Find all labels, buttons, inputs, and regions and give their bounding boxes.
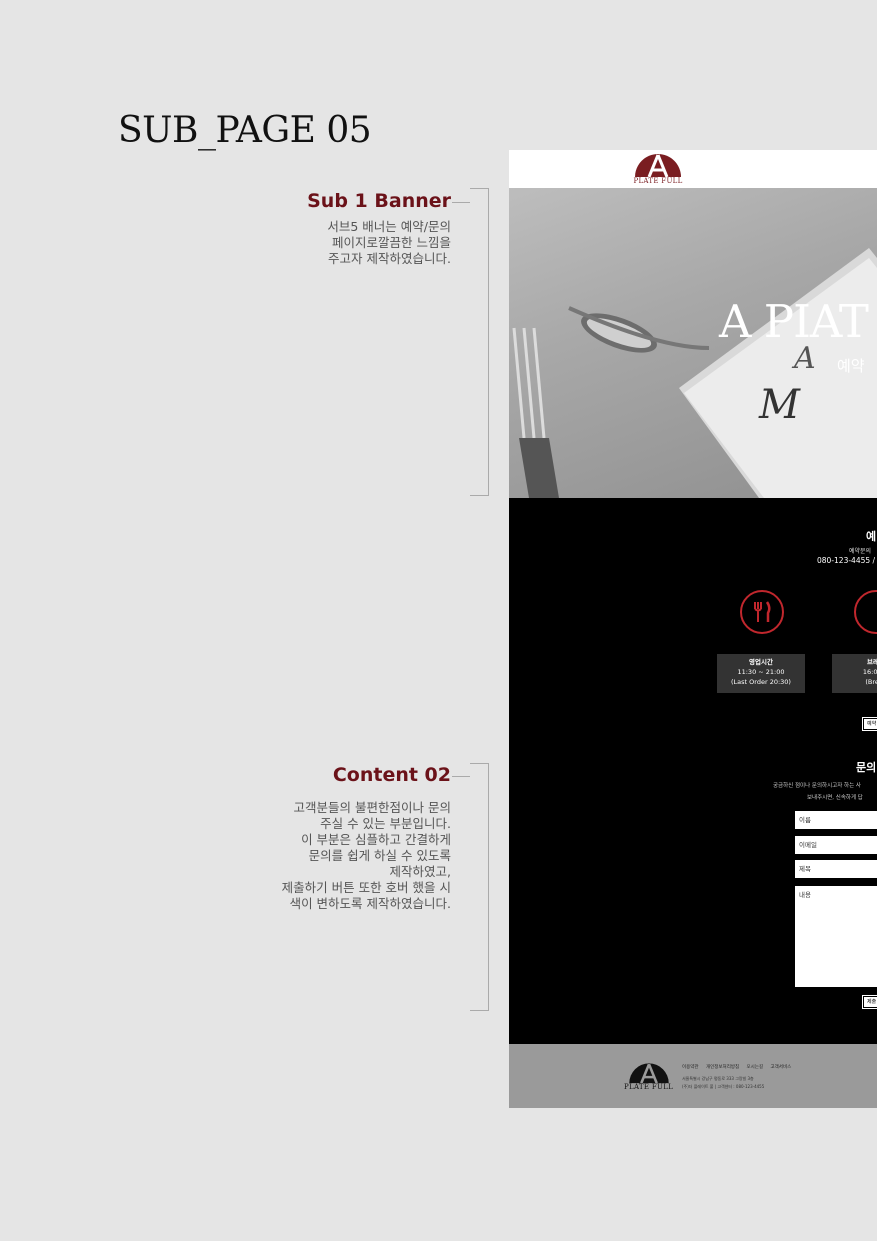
subject-field[interactable]: 제목 [795,860,877,878]
footer-address: 서울특별시 강남구 평동로 333 그랑빌 3층 [682,1076,754,1081]
break-box: 브레이 16:00 ~ (Break [832,654,877,693]
site-header: PLATE FULL [509,150,877,188]
name-field[interactable]: 이름 [795,811,877,829]
hours-line1: 11:30 ~ 21:00 [737,668,785,676]
plate-logo-icon [635,154,681,178]
page-title: SUB_PAGE 05 [118,110,372,151]
reservation-heading: 예 [866,530,877,543]
break-line1: 16:00 ~ [862,668,877,676]
inquiry-desc-1: 궁금하신 점이나 문의하시고자 하는 사 [773,783,861,789]
footer-logo-text: PLATE FULL [624,1083,674,1091]
svg-text:M: M [758,382,801,428]
footer-contact: (주)더 플레이트 풀 | 고객센터 : 080-123-4455 [682,1084,765,1089]
inquiry-heading: 문의 [856,761,877,774]
content-bracket [470,763,489,1011]
footer-info: 서울특별시 강남구 평동로 333 그랑빌 3층 (주)더 플레이트 풀 | 고… [682,1075,764,1091]
hours-line2: (Last Order 20:30) [731,678,791,686]
note-heading-content: Content 02 [332,764,451,786]
plate-logo-icon [628,1063,669,1084]
site-footer: PLATE FULL 이용약관 개인정보처리방침 오시는길 고객서비스 서울특별… [509,1044,877,1108]
reservation-desc: 예약문의 [849,548,872,555]
message-field[interactable]: 내용 [795,886,877,987]
reserve-button[interactable]: 예약 [861,717,877,731]
note-body-banner: 서브5 배너는 예약/문의 페이지로깔끔한 느낌을 주고자 제작하였습니다. [327,219,451,266]
note-connector [452,776,470,777]
break-title: 브레이 [867,658,877,666]
email-field[interactable]: 이메일 [795,836,877,854]
note-body-content: 고객분들의 불편한점이나 문의 주실 수 있는 부분입니다. 이 부분은 심플하… [281,800,451,911]
fork-knife-icon [740,590,784,634]
site-logo[interactable]: PLATE FULL [631,150,685,185]
banner-title: A PIAT [719,295,869,348]
sub-banner: M A A PIAT 예약 [509,188,877,498]
clock-icon [854,590,877,634]
hours-box: 영업시간 11:30 ~ 21:00 (Last Order 20:30) [717,654,805,693]
hours-title: 영업시간 [749,658,773,666]
break-line2: (Break [865,678,877,686]
logo-text: PLATE FULL [633,177,683,185]
note-connector [452,202,470,203]
submit-button[interactable]: 제출 [861,995,877,1009]
footer-links[interactable]: 이용약관 개인정보처리방침 오시는길 고객서비스 [682,1064,791,1070]
website-mockup: PLATE FULL M A A PIAT 예약 예 예약문의 080-123-… [509,150,877,1108]
banner-subtitle: 예약 [837,357,865,375]
footer-logo[interactable]: PLATE FULL [624,1060,673,1091]
banner-bracket [470,188,489,496]
inquiry-desc-2: 보내주시면, 신속하게 답 [807,795,863,801]
reservation-phone: 080-123-4455 / [817,556,876,565]
note-heading-banner: Sub 1 Banner [307,190,451,212]
